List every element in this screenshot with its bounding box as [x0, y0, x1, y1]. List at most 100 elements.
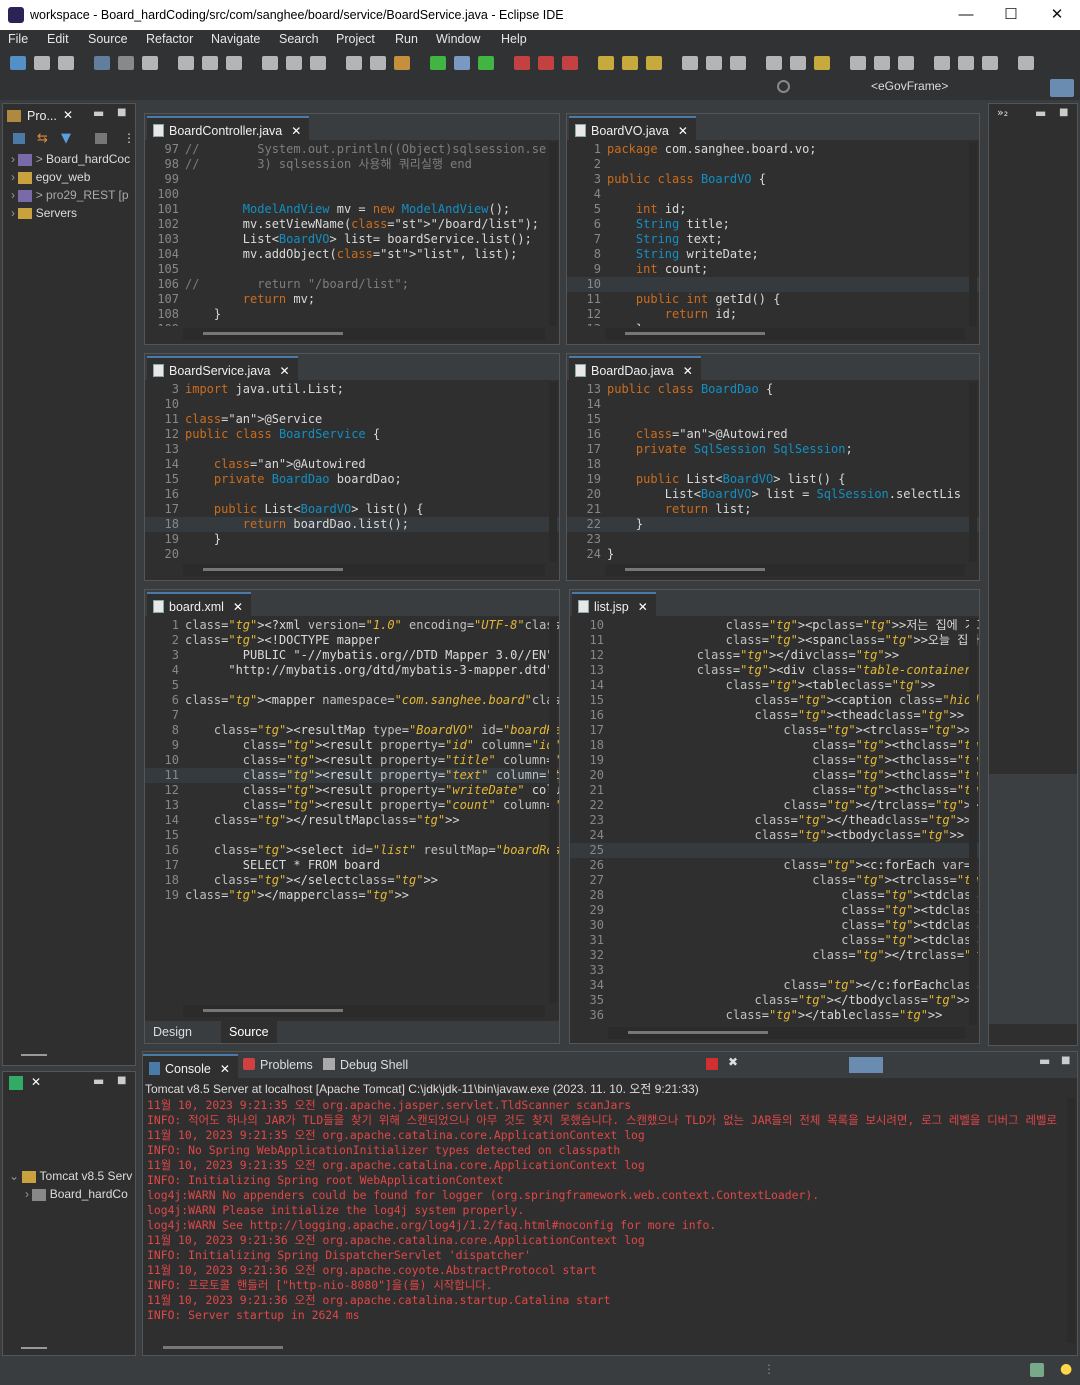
code-area[interactable]: 97 // System.out.println((Object)sqlsessi…: [145, 142, 559, 326]
code-line[interactable]: 5 int id;: [567, 202, 979, 217]
remove-launch-icon[interactable]: ✖: [728, 1055, 738, 1069]
collapse-all-icon[interactable]: [13, 133, 25, 144]
code-line[interactable]: 33: [570, 963, 979, 978]
code-line[interactable]: 11 public int getId() {: [567, 292, 979, 307]
code-line[interactable]: 14: [567, 397, 979, 412]
toolbar-button-icon[interactable]: [874, 56, 890, 70]
close-icon[interactable]: ✕: [683, 364, 693, 378]
menu-run[interactable]: Run: [395, 32, 418, 46]
code-line[interactable]: 3 public class BoardVO {: [567, 172, 979, 187]
close-icon[interactable]: ✕: [233, 600, 243, 614]
code-line[interactable]: 12 class="tg"><result property="writeDat…: [145, 783, 559, 798]
toolbar-button-icon[interactable]: [478, 56, 494, 70]
code-area[interactable]: 10 class="tg"><pclass="tg">>저는 집에 가고 싶습니…: [570, 618, 979, 1025]
tab-vo[interactable]: BoardVO.java ✕: [569, 116, 696, 140]
horizontal-scrollbar[interactable]: [183, 564, 545, 576]
code-line[interactable]: 12 class="tg"></divclass="tg">>: [570, 648, 979, 663]
view-menu-icon[interactable]: ⋮: [123, 131, 135, 145]
code-line[interactable]: 8 String writeDate;: [567, 247, 979, 262]
code-line[interactable]: 13 class="tg"><result property="count" c…: [145, 798, 559, 813]
code-line[interactable]: 28 class="tg"><tdclass="tg">>${item.id}c…: [570, 888, 979, 903]
code-line[interactable]: 2 class="tg"><!DOCTYPE mapper: [145, 633, 559, 648]
close-icon[interactable]: ✕: [31, 1075, 41, 1089]
toolbar-button-icon[interactable]: [226, 56, 242, 70]
maximize-icon[interactable]: ■: [117, 1075, 126, 1086]
vertical-scrollbar[interactable]: [549, 142, 557, 326]
code-line[interactable]: 11 class="an">@Service: [145, 412, 559, 427]
toolbar-button-icon[interactable]: [982, 56, 998, 70]
close-icon[interactable]: ✕: [63, 108, 73, 122]
menu-help[interactable]: Help: [501, 32, 527, 46]
code-line[interactable]: 14 class="an">@Autowired: [145, 457, 559, 472]
code-line[interactable]: 34 class="tg"></c:forEachclass="tg">>: [570, 978, 979, 993]
maximize-icon[interactable]: ■: [117, 107, 126, 118]
code-line[interactable]: 32 class="tg"></trclass="tg">>: [570, 948, 979, 963]
code-area[interactable]: 3 import java.util.List; 10 11 class="an">@S…: [145, 382, 559, 562]
toolbar-button-icon[interactable]: [118, 56, 134, 70]
code-line[interactable]: 17 SELECT * FROM board: [145, 858, 559, 873]
toolbar-button-icon[interactable]: [34, 56, 50, 70]
maximize-icon[interactable]: ■: [1059, 107, 1068, 118]
toolbar-button-icon[interactable]: [598, 56, 614, 70]
code-line[interactable]: 16 class="tg"><select id="list" resultMa…: [145, 843, 559, 858]
code-line[interactable]: 10 class="tg"><result property="title" c…: [145, 753, 559, 768]
code-area[interactable]: 1 package com.sanghee.board.vo; 2 3 public c…: [567, 142, 979, 326]
code-line[interactable]: 15 private BoardDao boardDao;: [145, 472, 559, 487]
code-line[interactable]: 13 class="tg"><div class="table-containe…: [570, 663, 979, 678]
code-line[interactable]: 99: [145, 172, 559, 187]
code-line[interactable]: 8 class="tg"><resultMap type="BoardVO" i…: [145, 723, 559, 738]
vertical-scrollbar[interactable]: [969, 142, 977, 326]
code-line[interactable]: 2: [567, 157, 979, 172]
tab-debug-shell[interactable]: Debug Shell: [340, 1058, 408, 1072]
toolbar-button-icon[interactable]: [706, 56, 722, 70]
code-line[interactable]: 19 }: [145, 532, 559, 547]
menu-search[interactable]: Search: [279, 32, 319, 46]
code-line[interactable]: 4: [567, 187, 979, 202]
code-line[interactable]: 24}: [567, 547, 979, 562]
close-icon[interactable]: ✕: [279, 364, 289, 378]
code-line[interactable]: 7 String text;: [567, 232, 979, 247]
code-line[interactable]: 16 class="an">@Autowired: [567, 427, 979, 442]
code-line[interactable]: 16 class="tg"><theadclass="tg">>: [570, 708, 979, 723]
overflow-icon[interactable]: »₂: [997, 106, 1008, 119]
horizontal-scrollbar[interactable]: [605, 328, 965, 340]
code-line[interactable]: 18: [567, 457, 979, 472]
code-line[interactable]: 17 private SqlSession SqlSession;: [567, 442, 979, 457]
code-line[interactable]: 102 mv.setViewName(class="st">"/board/li…: [145, 217, 559, 232]
code-line[interactable]: 105: [145, 262, 559, 277]
vertical-scrollbar[interactable]: [969, 382, 977, 562]
toolbar-button-icon[interactable]: [58, 56, 74, 70]
code-line[interactable]: 22 class="tg"></trclass="tg">>: [570, 798, 979, 813]
close-button[interactable]: ✕: [1034, 3, 1080, 27]
toolbar-button-icon[interactable]: [454, 56, 470, 70]
toolbar-button-icon[interactable]: [562, 56, 578, 70]
toolbar-button-icon[interactable]: [202, 56, 218, 70]
horizontal-scrollbar[interactable]: [183, 1005, 545, 1017]
minimize-icon[interactable]: ▬: [93, 106, 104, 120]
menu-refactor[interactable]: Refactor: [146, 32, 193, 46]
close-icon[interactable]: ✕: [678, 124, 688, 138]
code-line[interactable]: 24 class="tg"><tbodyclass="tg">>: [570, 828, 979, 843]
code-line[interactable]: 19 class="tg"></mapperclass="tg">>: [145, 888, 559, 903]
tab-service[interactable]: BoardService.java ✕: [147, 356, 298, 380]
code-line[interactable]: 19 public List<BoardVO> list() {: [567, 472, 979, 487]
code-line[interactable]: 15 class="tg"><caption class="hidden"cla…: [570, 693, 979, 708]
code-line[interactable]: 98 // 3) sqlsession 사용해 쿼리실행 end: [145, 157, 559, 172]
code-line[interactable]: 10: [145, 397, 559, 412]
code-line[interactable]: 26 class="tg"><c:forEach var="item" ite: [570, 858, 979, 873]
code-line[interactable]: 11 class="tg"><result property="text" co…: [145, 768, 559, 783]
code-line[interactable]: 1 class="tg"><?xml version="1.0" encoding…: [145, 618, 559, 633]
code-line[interactable]: 18 class="tg"><thclass="tg">>번호class="tg…: [570, 738, 979, 753]
code-line[interactable]: 13 }: [567, 322, 979, 326]
code-line[interactable]: 35 class="tg"></tbodyclass="tg">>: [570, 993, 979, 1008]
link-editor-icon[interactable]: ⇆: [37, 131, 48, 146]
code-line[interactable]: 23: [567, 532, 979, 547]
code-line[interactable]: 20 class="tg"><thclass="tg">>등록일class="t…: [570, 768, 979, 783]
code-line[interactable]: 12 return id;: [567, 307, 979, 322]
code-line[interactable]: 36 class="tg"></tableclass="tg">>: [570, 1008, 979, 1023]
horizontal-scrollbar[interactable]: [605, 564, 965, 576]
minimize-icon[interactable]: ▬: [93, 1074, 104, 1088]
minimize-icon[interactable]: ▬: [1039, 1054, 1050, 1068]
code-line[interactable]: 5: [145, 678, 559, 693]
toolbar-button-icon[interactable]: [766, 56, 782, 70]
